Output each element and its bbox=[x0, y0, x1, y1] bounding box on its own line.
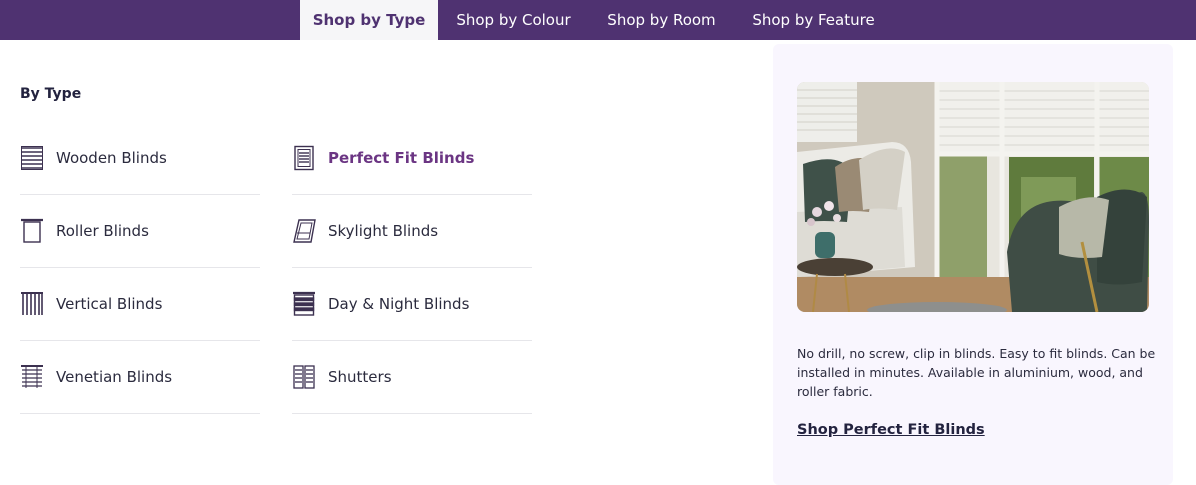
living-room-photo bbox=[797, 82, 1149, 312]
wooden-blinds-icon bbox=[20, 145, 44, 171]
menu-item-label: Shutters bbox=[328, 368, 392, 386]
shutters-icon bbox=[292, 364, 316, 390]
skylight-blinds-icon bbox=[292, 218, 316, 244]
perfect-fit-blinds-icon bbox=[292, 145, 316, 171]
day-night-blinds-icon bbox=[292, 291, 316, 317]
tab-shop-by-type[interactable]: Shop by Type bbox=[300, 0, 438, 40]
menu-item-perfect-fit-blinds[interactable]: Perfect Fit Blinds bbox=[292, 122, 532, 195]
menu-item-shutters[interactable]: Shutters bbox=[292, 341, 532, 414]
menu-item-day-night-blinds[interactable]: Day & Night Blinds bbox=[292, 268, 532, 341]
menu-item-roller-blinds[interactable]: Roller Blinds bbox=[20, 195, 260, 268]
venetian-blinds-icon bbox=[20, 364, 44, 390]
menu-item-skylight-blinds[interactable]: Skylight Blinds bbox=[292, 195, 532, 268]
menu-item-label: Skylight Blinds bbox=[328, 222, 439, 240]
menu-item-label: Perfect Fit Blinds bbox=[328, 149, 475, 167]
menu-item-label: Roller Blinds bbox=[56, 222, 149, 240]
menu-item-label: Venetian Blinds bbox=[56, 368, 173, 386]
menu-item-venetian-blinds[interactable]: Venetian Blinds bbox=[20, 341, 260, 414]
menu-item-wooden-blinds[interactable]: Wooden Blinds bbox=[20, 122, 260, 195]
menu-item-label: Vertical Blinds bbox=[56, 295, 163, 313]
menu-item-vertical-blinds[interactable]: Vertical Blinds bbox=[20, 268, 260, 341]
menu-item-label: Wooden Blinds bbox=[56, 149, 167, 167]
top-navigation: Shop by Type Shop by Colour Shop by Room… bbox=[0, 0, 1196, 40]
section-heading: By Type bbox=[20, 86, 82, 102]
shop-perfect-fit-blinds-link[interactable]: Shop Perfect Fit Blinds bbox=[797, 422, 985, 438]
tab-shop-by-room[interactable]: Shop by Room bbox=[589, 0, 734, 40]
promo-description: No drill, no screw, clip in blinds. Easy… bbox=[797, 346, 1156, 399]
tab-shop-by-colour[interactable]: Shop by Colour bbox=[438, 0, 589, 40]
tab-shop-by-feature[interactable]: Shop by Feature bbox=[734, 0, 893, 40]
roller-blinds-icon bbox=[20, 218, 44, 244]
vertical-blinds-icon bbox=[20, 291, 44, 317]
promo-panel: No drill, no screw, clip in blinds. Easy… bbox=[773, 44, 1173, 485]
menu-item-label: Day & Night Blinds bbox=[328, 295, 470, 313]
